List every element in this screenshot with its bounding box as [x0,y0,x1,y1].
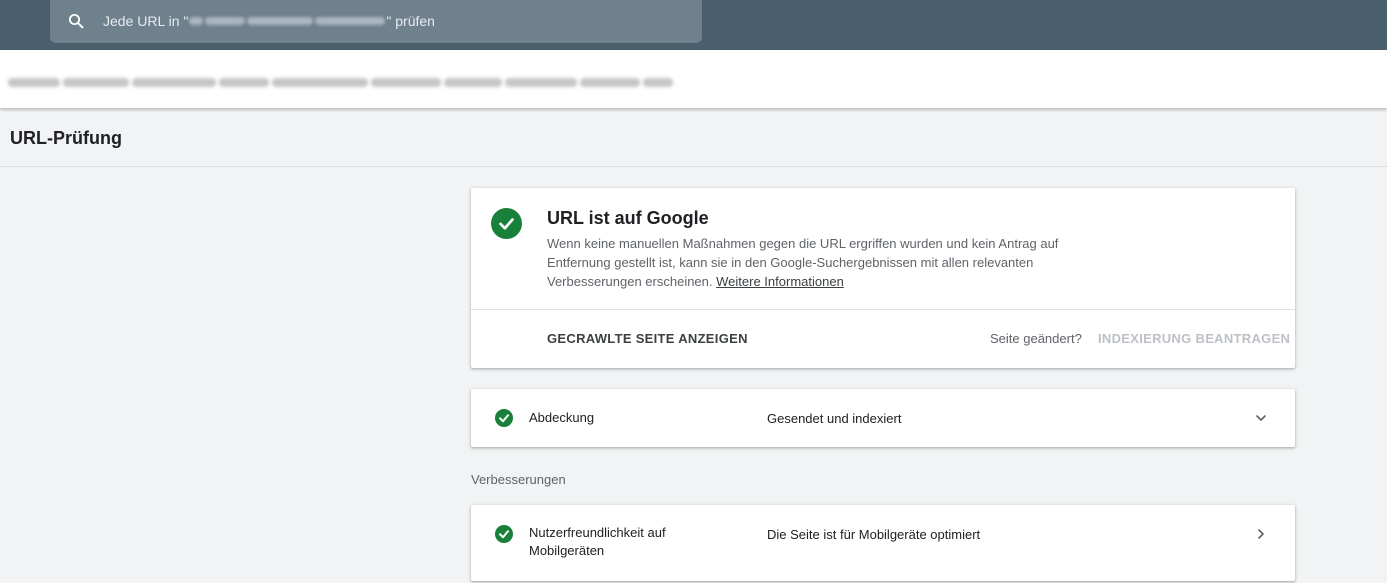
mobile-usability-value: Die Seite ist für Mobilgeräte optimiert [767,527,981,542]
page-title: URL-Prüfung [10,128,122,148]
search-placeholder[interactable]: Jede URL in " " prüfen [103,13,435,29]
top-app-bar: Jede URL in " " prüfen [0,0,1387,50]
check-circle-icon [495,409,513,427]
check-circle-icon [495,525,513,543]
search-prefix-text: Jede URL in " [103,13,189,29]
search-icon [67,12,85,30]
enhancements-section-label: Verbesserungen [471,472,566,487]
redacted-property-name [188,17,386,25]
url-inspection-search-bar[interactable]: Jede URL in " " prüfen [50,0,702,43]
title-divider [0,166,1387,167]
mobile-usability-label-line2: Mobilgeräten [529,543,605,558]
coverage-value: Gesendet und indexiert [767,411,902,426]
index-status-card: URL ist auf Google Wenn keine manuellen … [471,188,1295,368]
view-crawled-page-button[interactable]: GECRAWLTE SEITE ANZEIGEN [547,331,748,346]
coverage-row[interactable]: Abdeckung Gesendet und indexiert [471,389,1295,447]
chevron-down-icon[interactable] [1253,410,1269,426]
chevron-right-icon[interactable] [1253,526,1269,542]
coverage-label: Abdeckung [529,410,595,425]
search-suffix-text: " prüfen [386,13,435,29]
mobile-usability-label-line1: Nutzerfreundlichkeit auf [529,525,666,540]
mobile-usability-label: Nutzerfreundlichkeit auf Mobilgeräten [529,524,666,560]
status-title: URL ist auf Google [547,208,709,228]
request-indexing-button[interactable]: INDEXIERUNG BEANTRAGEN [1098,331,1290,346]
card-divider [471,309,1295,310]
redacted-inspected-url [8,74,684,87]
check-circle-icon [491,208,522,239]
learn-more-link[interactable]: Weitere Informationen [716,274,844,289]
status-description: Wenn keine manuellen Maßnahmen gegen die… [547,234,1067,291]
mobile-usability-row[interactable]: Nutzerfreundlichkeit auf Mobilgeräten Di… [471,505,1295,581]
page-changed-question: Seite geändert? [990,331,1082,346]
